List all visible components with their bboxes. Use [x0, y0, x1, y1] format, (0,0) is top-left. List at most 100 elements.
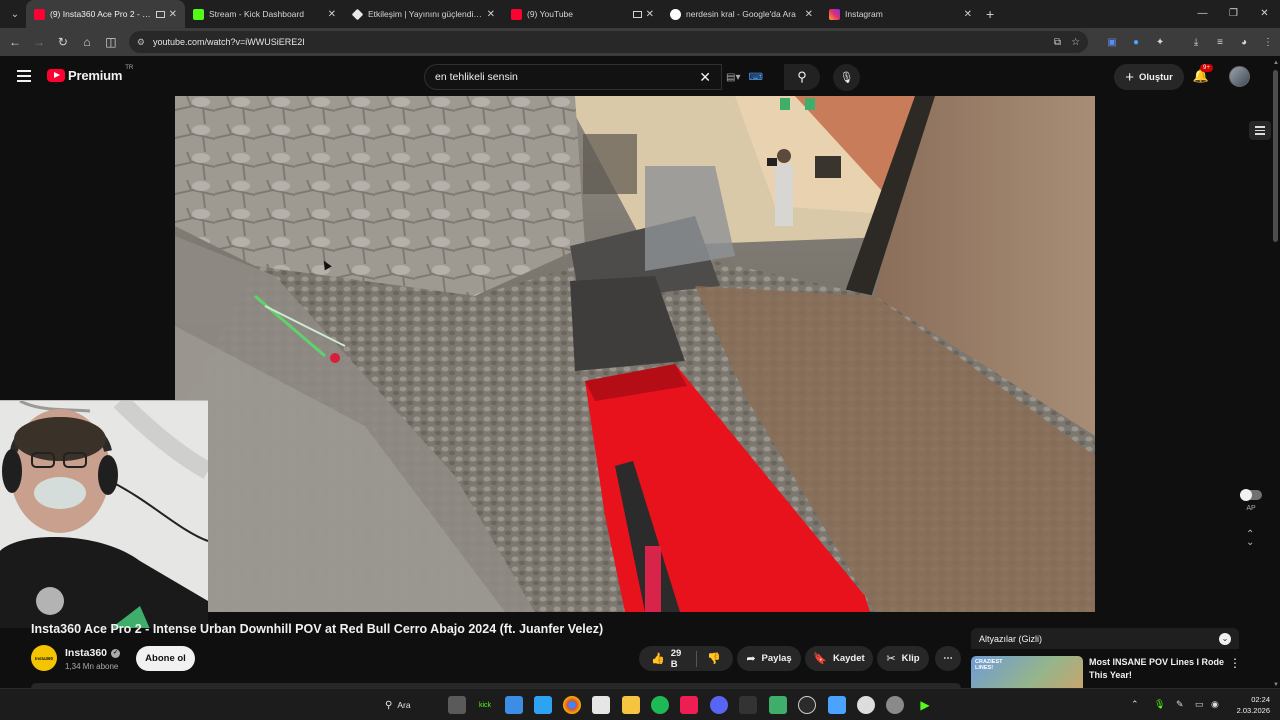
- scrollbar-thumb[interactable]: [1273, 70, 1278, 242]
- search-button[interactable]: ⚲: [784, 64, 820, 90]
- network-tray-icon[interactable]: ◉: [1211, 699, 1219, 710]
- clear-search-icon[interactable]: ✕: [699, 69, 711, 86]
- close-tab-icon[interactable]: ✕: [964, 9, 972, 20]
- search-input[interactable]: en tehlikeli sensin ✕: [424, 64, 722, 90]
- clip-button[interactable]: ✂ Klip: [877, 646, 929, 671]
- back-icon[interactable]: ←: [3, 35, 27, 49]
- subscribe-button[interactable]: Abone ol: [136, 646, 195, 671]
- site-info-icon[interactable]: ⚙: [137, 37, 145, 48]
- more-vertical-icon[interactable]: ⋮: [1229, 657, 1241, 669]
- chat-menu-icon[interactable]: [1249, 121, 1271, 140]
- account-avatar[interactable]: [1229, 66, 1250, 87]
- media-controls-icon[interactable]: ≡: [1208, 37, 1232, 48]
- widgets-icon[interactable]: [534, 696, 552, 714]
- scroll-up-icon[interactable]: ▲: [1273, 60, 1279, 66]
- channel-name-link[interactable]: Insta360 ✓: [65, 647, 121, 659]
- save-label: Kaydet: [833, 653, 865, 664]
- close-tab-icon[interactable]: ✕: [328, 9, 336, 20]
- display-tray-icon[interactable]: ▭: [1195, 699, 1204, 710]
- kick-stream-icon[interactable]: ▶: [916, 696, 934, 714]
- browser-tab-youtube-video[interactable]: (9) Insta360 Ace Pro 2 - Inte ✕: [26, 0, 185, 28]
- bookmark-star-icon[interactable]: ☆: [1071, 37, 1080, 48]
- browser-tab-instagram[interactable]: Instagram ✕: [821, 0, 980, 28]
- kick-app-icon[interactable]: kick: [476, 696, 494, 714]
- browser-tab-etkilesim[interactable]: Etkileşim | Yayınını güçlendirme ✕: [344, 0, 503, 28]
- terminal-icon[interactable]: [739, 696, 757, 714]
- browser-tab-kick[interactable]: Stream - Kick Dashboard ✕: [185, 0, 344, 28]
- search-icon: ⚲: [385, 699, 393, 711]
- photos-icon[interactable]: [828, 696, 846, 714]
- page-scrollbar[interactable]: ▲ ▼: [1271, 60, 1280, 688]
- channel-avatar[interactable]: Insta360: [31, 645, 57, 671]
- create-button[interactable]: + Oluştur: [1114, 64, 1184, 90]
- diamond-icon: [351, 8, 364, 20]
- search-input-tools: ▤▾ ⌨: [722, 64, 784, 90]
- system-clock[interactable]: 02:24 2.03.2026: [1230, 694, 1270, 716]
- chrome-icon[interactable]: [563, 696, 581, 714]
- close-tab-icon[interactable]: ✕: [646, 9, 654, 20]
- media-playing-icon[interactable]: [632, 10, 642, 18]
- share-button[interactable]: ➦ Paylaş: [737, 646, 801, 671]
- download-icon[interactable]: ⤓: [1184, 37, 1208, 48]
- like-button[interactable]: 👍 29 B: [639, 646, 696, 671]
- microphone-tray-icon[interactable]: 🎙: [1154, 699, 1165, 710]
- hamburger-menu-icon[interactable]: [17, 70, 31, 85]
- side-panel-icon[interactable]: ◫: [99, 35, 123, 49]
- discord-icon[interactable]: [710, 696, 728, 714]
- live-chat-replay-bar[interactable]: Altyazılar (Gizli) ⌄: [971, 628, 1239, 649]
- mouse-software-icon[interactable]: [857, 696, 875, 714]
- vpn-extension-icon[interactable]: ●: [1124, 37, 1148, 48]
- tiktok-icon[interactable]: [680, 696, 698, 714]
- browser-menu-icon[interactable]: ⋮: [1256, 37, 1280, 48]
- taskbar-search-button[interactable]: ⚲ Ara: [385, 696, 411, 714]
- minimize-icon[interactable]: —: [1187, 0, 1218, 28]
- install-app-icon[interactable]: ⧉: [1054, 37, 1061, 48]
- restore-icon[interactable]: ❐: [1218, 0, 1249, 28]
- close-tab-icon[interactable]: ✕: [169, 9, 177, 20]
- country-code: TR: [125, 64, 134, 71]
- address-bar[interactable]: ⚙ youtube.com/watch?v=iWWUSiERE2I ⧉ ☆: [128, 31, 1089, 53]
- close-tab-icon[interactable]: ✕: [805, 9, 813, 20]
- notifications-button[interactable]: 🔔 9+: [1192, 64, 1213, 86]
- chevron-down-icon[interactable]: ⌄: [1219, 632, 1231, 645]
- close-window-icon[interactable]: ✕: [1249, 0, 1280, 28]
- streamer-webcam-overlay: [0, 400, 208, 628]
- pen-tray-icon[interactable]: ✎: [1176, 699, 1184, 710]
- dislike-button[interactable]: 👎: [697, 646, 733, 671]
- obs-icon[interactable]: [769, 696, 787, 714]
- task-view-icon[interactable]: [448, 696, 466, 714]
- new-tab-button[interactable]: +: [986, 6, 994, 22]
- more-actions-button[interactable]: ⋯: [935, 646, 961, 671]
- microsoft-store-icon[interactable]: [505, 696, 523, 714]
- tray-chevron-icon[interactable]: ⌃: [1131, 699, 1139, 710]
- voice-search-button[interactable]: 🎙: [833, 64, 860, 91]
- toggle-switch[interactable]: [1240, 489, 1262, 501]
- windows-start-icon[interactable]: [346, 697, 362, 713]
- profile-icon[interactable]: ◕: [1232, 37, 1256, 48]
- scissors-icon: ✂: [886, 653, 896, 665]
- file-explorer-icon[interactable]: [622, 696, 640, 714]
- youtube-premium-logo[interactable]: Premium TR: [47, 64, 134, 83]
- snipping-tool-icon[interactable]: [592, 696, 610, 714]
- media-playing-icon[interactable]: [155, 10, 165, 18]
- save-button[interactable]: 🔖 Kaydet: [805, 646, 873, 671]
- home-icon[interactable]: ⌂: [75, 35, 99, 49]
- spotify-icon[interactable]: [651, 696, 669, 714]
- expand-collapse-icon[interactable]: ⌃ ⌄: [1246, 530, 1254, 548]
- browser-tab-google[interactable]: nerdesin kral - Google'da Ara ✕: [662, 0, 821, 28]
- reload-icon[interactable]: ↻: [51, 35, 75, 49]
- autoplay-toggle[interactable]: AP: [1238, 489, 1264, 512]
- browser-tab-youtube-home[interactable]: (9) YouTube ✕: [503, 0, 662, 28]
- forward-icon[interactable]: →: [27, 35, 51, 49]
- translate-extension-icon[interactable]: ▣: [1100, 37, 1124, 48]
- chatgpt-icon[interactable]: [798, 696, 816, 714]
- close-tab-icon[interactable]: ✕: [487, 9, 495, 20]
- tab-search-icon[interactable]: ⌄: [4, 3, 26, 25]
- settings-gear-icon[interactable]: [886, 696, 904, 714]
- virtual-keyboard-icon[interactable]: ⌨: [748, 72, 762, 83]
- recommended-video-thumbnail[interactable]: CRAZIEST LINES!: [971, 656, 1083, 688]
- recommended-video-title[interactable]: Most INSANE POV Lines I Rode This Year!: [1089, 656, 1229, 682]
- extensions-puzzle-icon[interactable]: ✦: [1148, 37, 1172, 48]
- input-tools-icon[interactable]: ▤▾: [726, 72, 740, 83]
- video-player[interactable]: [175, 96, 1095, 612]
